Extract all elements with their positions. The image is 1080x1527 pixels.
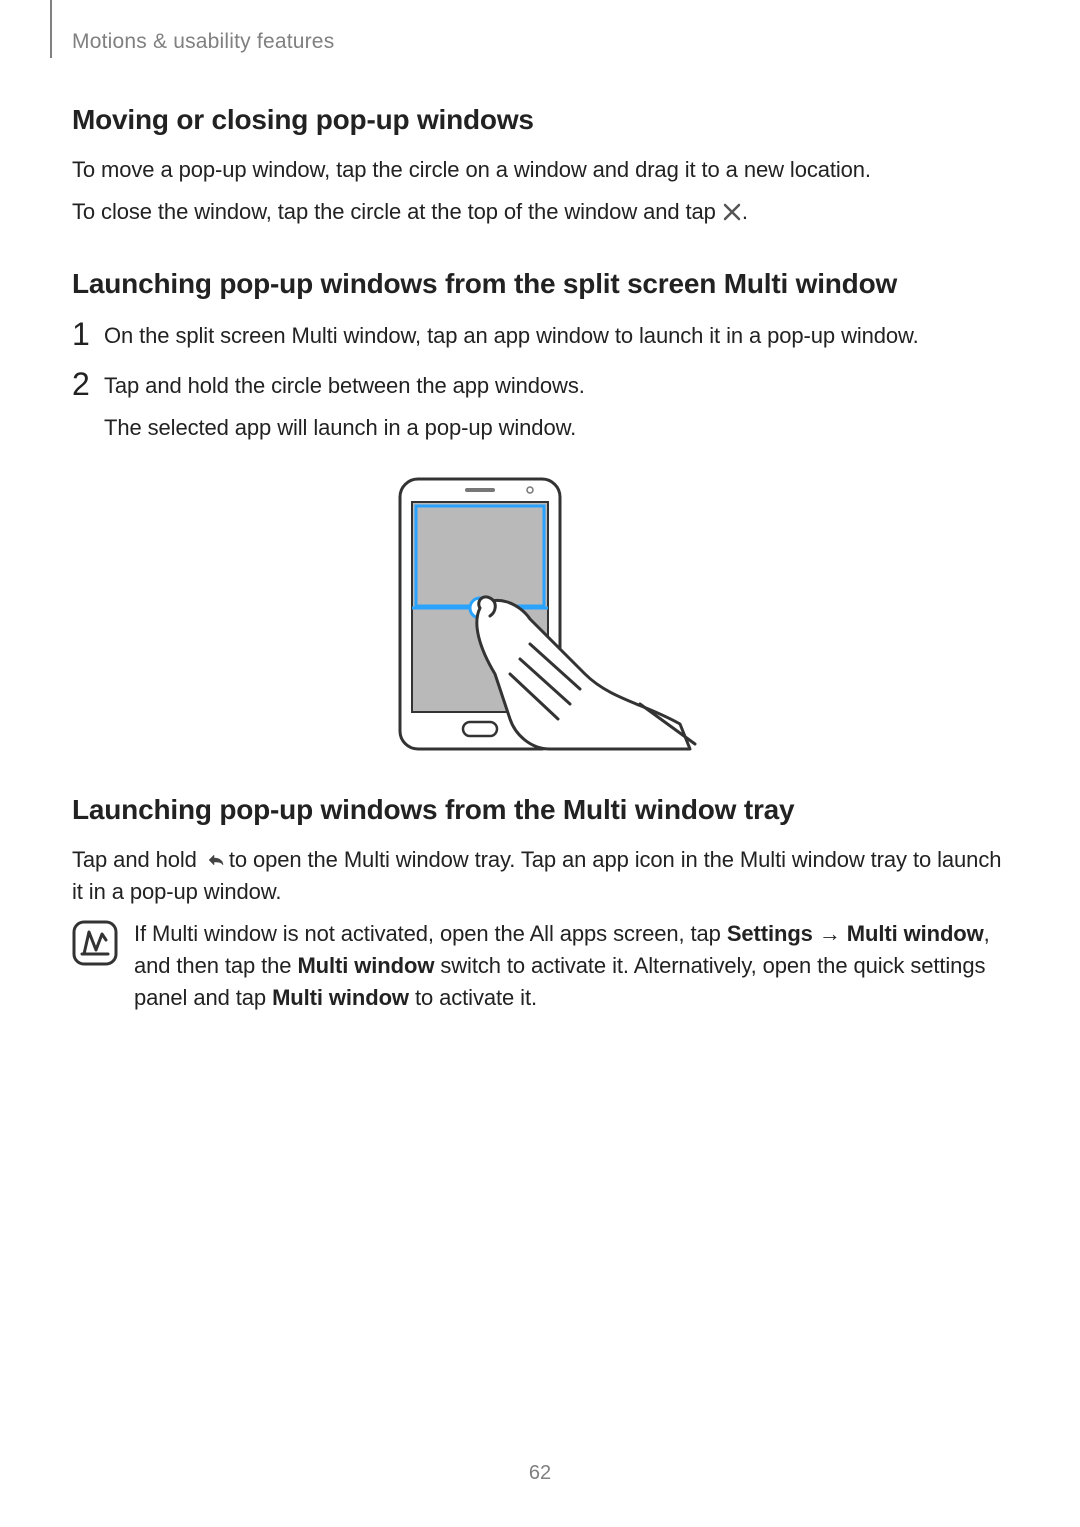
back-icon	[203, 850, 223, 870]
manual-page: Motions & usability features Moving or c…	[0, 0, 1080, 1527]
bold-settings: Settings	[727, 921, 813, 946]
page-number: 62	[0, 1462, 1080, 1485]
section-heading-moving-closing: Moving or closing pop-up windows	[72, 104, 1008, 136]
bold-multi-window-2: Multi window	[297, 953, 434, 978]
note-block: If Multi window is not activated, open t…	[72, 918, 1008, 1014]
breadcrumb: Motions & usability features	[72, 30, 334, 54]
text-fragment: to activate it.	[409, 985, 537, 1010]
step-number: 2	[72, 370, 104, 398]
para-launch-tray: Tap and hold to open the Multi window tr…	[72, 844, 1008, 908]
page-content: Moving or closing pop-up windows To move…	[72, 104, 1008, 1014]
figure-split-window-tap	[72, 474, 1008, 754]
section-heading-launch-split: Launching pop-up windows from the split …	[72, 268, 1008, 300]
step-subtext: The selected app will launch in a pop-up…	[104, 412, 585, 444]
text-fragment: .	[742, 199, 748, 224]
step-text: On the split screen Multi window, tap an…	[104, 320, 919, 352]
step-2: 2 Tap and hold the circle between the ap…	[72, 370, 1008, 444]
text-arrow: →	[813, 921, 847, 946]
section-heading-launch-tray: Launching pop-up windows from the Multi …	[72, 794, 1008, 826]
text-fragment: If Multi window is not activated, open t…	[134, 921, 727, 946]
illustration-phone-hand	[380, 474, 700, 754]
note-text: If Multi window is not activated, open t…	[134, 918, 1008, 1014]
text-fragment: Tap and hold the circle between the app …	[104, 373, 585, 398]
text-fragment: To close the window, tap the circle at t…	[72, 199, 722, 224]
step-text: Tap and hold the circle between the app …	[104, 370, 585, 444]
text-fragment: Tap and hold	[72, 847, 203, 872]
header-rule	[50, 0, 52, 58]
step-number: 1	[72, 320, 104, 348]
note-icon	[72, 920, 118, 966]
para-close-popup: To close the window, tap the circle at t…	[72, 196, 1008, 228]
bold-multi-window-3: Multi window	[272, 985, 409, 1010]
bold-multi-window-1: Multi window	[847, 921, 984, 946]
para-move-popup: To move a pop-up window, tap the circle …	[72, 154, 1008, 186]
close-icon	[722, 202, 742, 222]
step-1: 1 On the split screen Multi window, tap …	[72, 320, 1008, 352]
step-list: 1 On the split screen Multi window, tap …	[72, 320, 1008, 444]
